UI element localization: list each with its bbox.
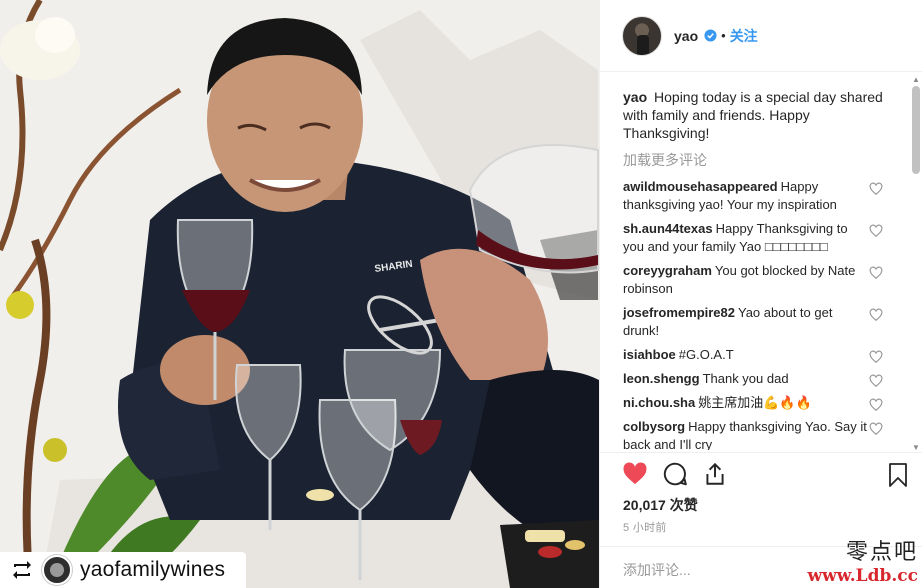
scroll-up-arrow-icon[interactable]: ▲ [912, 76, 920, 84]
post-actions-bar [600, 452, 922, 495]
likes-count[interactable]: 20,017 次赞 [623, 495, 698, 515]
post-author-username[interactable]: yao [674, 28, 698, 44]
comment-username[interactable]: coreyygraham [623, 263, 712, 278]
post-caption: yao Hoping today is a special day shared… [623, 88, 885, 142]
verified-badge-icon [704, 29, 717, 42]
comment-heart-icon[interactable] [869, 350, 883, 364]
post-header: yao • 关注 [600, 0, 922, 72]
comment-heart-icon[interactable] [869, 182, 883, 196]
comment-username[interactable]: sh.aun44texas [623, 221, 713, 236]
comment-text: #G.O.A.T [678, 347, 734, 362]
repost-icon [13, 561, 31, 579]
separator-dot: • [721, 28, 726, 43]
comments-scrollbar[interactable] [912, 86, 920, 174]
repost-badge[interactable]: yaofamilywines [0, 552, 246, 588]
photo-scene: SHARIN [0, 0, 599, 588]
comment-row: sh.aun44texas Happy Thanksgiving to you a… [623, 220, 889, 256]
bookmark-icon[interactable] [886, 462, 910, 488]
post-timestamp[interactable]: 5 小时前 [623, 519, 667, 535]
comment-row: coreyygraham You got blocked by Nate robi… [623, 262, 889, 298]
comment-row: awildmousehasappeared Happy thanksgiving … [623, 178, 889, 214]
comment-username[interactable]: ni.chou.sha [623, 395, 695, 410]
repost-account-avatar [42, 555, 72, 585]
comment-text: 姚主席加油💪🔥🔥 [698, 395, 812, 410]
caption-username[interactable]: yao [623, 89, 647, 105]
load-more-comments-button[interactable]: 加载更多评论 [623, 150, 889, 170]
comment-heart-icon[interactable] [869, 308, 883, 322]
repost-account-name: yaofamilywines [80, 558, 226, 581]
instagram-post-modal: SHARIN yaofamilywines yao • 关注 yao Hopin… [0, 0, 922, 588]
share-icon[interactable] [702, 461, 728, 487]
comment-heart-icon[interactable] [869, 266, 883, 280]
comment-heart-icon[interactable] [869, 224, 883, 238]
caption-text: Hoping today is a special day shared wit… [623, 89, 883, 141]
comment-icon[interactable] [662, 461, 688, 487]
comment-username[interactable]: awildmousehasappeared [623, 179, 778, 194]
avatar[interactable] [622, 15, 662, 56]
comment-row: isiahboe #G.O.A.T [623, 346, 889, 364]
follow-button[interactable]: 关注 [730, 26, 758, 46]
post-side-panel: yao • 关注 yao Hoping today is a special d… [599, 0, 922, 588]
post-photo[interactable]: SHARIN yaofamilywines [0, 0, 599, 588]
comment-username[interactable]: leon.shengg [623, 371, 700, 386]
scroll-down-arrow-icon[interactable]: ▼ [912, 444, 920, 452]
comment-username[interactable]: josefromempire82 [623, 305, 735, 320]
comment-heart-icon[interactable] [869, 374, 883, 388]
comment-row: josefromempire82 Yao about to get drunk! [623, 304, 889, 340]
comment-heart-icon[interactable] [869, 398, 883, 412]
comment-row: colbysorg Happy thanksgiving Yao. Say it … [623, 418, 889, 450]
comment-heart-icon[interactable] [869, 422, 883, 436]
heart-icon[interactable] [622, 461, 648, 487]
comment-row: leon.shengg Thank you dad [623, 370, 889, 388]
comment-username[interactable]: colbysorg [623, 419, 685, 434]
add-comment-input[interactable]: 添加评论... [600, 546, 922, 588]
comment-text: Thank you dad [702, 371, 789, 386]
comment-username[interactable]: isiahboe [623, 347, 676, 362]
comment-row: ni.chou.sha 姚主席加油💪🔥🔥 [623, 394, 889, 412]
comments-list[interactable]: yao Hoping today is a special day shared… [600, 78, 905, 450]
